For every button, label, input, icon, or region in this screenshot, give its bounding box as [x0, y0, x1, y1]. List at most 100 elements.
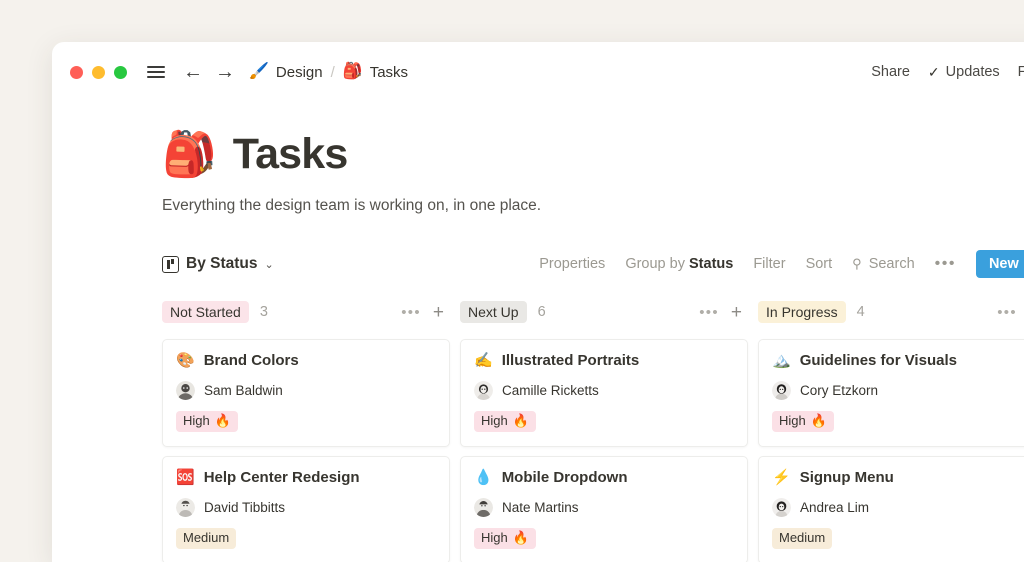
card-title-row: ⚡ Signup Menu	[772, 469, 1024, 486]
assignee-name: Cory Etzkorn	[800, 383, 878, 398]
sos-icon: 🆘	[176, 470, 195, 485]
avatar	[474, 498, 493, 517]
updates-label: Updates	[946, 64, 1000, 80]
card-title: Brand Colors	[204, 352, 299, 369]
status-badge[interactable]: Next Up	[460, 301, 527, 323]
status-badge[interactable]: Not Started	[162, 301, 249, 323]
avatar	[772, 498, 791, 517]
task-card[interactable]: ⚡ Signup Menu Andrea Lim Medium	[758, 456, 1024, 562]
card-title: Signup Menu	[800, 469, 894, 486]
search-icon: ⚲	[852, 256, 862, 272]
breadcrumb-tasks-label: Tasks	[370, 64, 408, 81]
card-title-row: 🆘 Help Center Redesign	[176, 469, 436, 486]
backpack-icon[interactable]: 🎒	[162, 133, 217, 177]
updates-button[interactable]: ✓ Updates	[928, 64, 1000, 81]
nav-arrows: ← →	[183, 62, 235, 82]
share-label: Share	[871, 64, 910, 80]
column-actions: ••• +	[401, 297, 444, 327]
page-description: Everything the design team is working on…	[162, 197, 1024, 215]
priority-badge[interactable]: High 🔥	[176, 411, 238, 432]
fire-icon: 🔥	[513, 414, 529, 429]
close-window-button[interactable]	[70, 66, 83, 79]
droplet-icon: 💧	[474, 470, 493, 485]
card-title-row: 🎨 Brand Colors	[176, 352, 436, 369]
writing-hand-icon: ✍️	[474, 353, 493, 368]
priority-label: High	[481, 414, 508, 429]
search-label: Search	[869, 256, 915, 272]
avatar	[772, 381, 791, 400]
card-assignee: Cory Etzkorn	[772, 381, 1024, 400]
page-title: 🎒 Tasks	[162, 130, 1024, 179]
column-cards: 🏔️ Guidelines for Visuals Cory Etzkorn H…	[758, 339, 1024, 562]
priority-badge[interactable]: High 🔥	[474, 528, 536, 549]
fire-icon: 🔥	[215, 414, 231, 429]
column-add-card-button[interactable]: +	[433, 303, 444, 322]
new-button[interactable]: New ⌄	[976, 250, 1024, 278]
card-priority: High 🔥	[474, 411, 734, 432]
priority-label: High	[183, 414, 210, 429]
maximize-window-button[interactable]	[114, 66, 127, 79]
card-priority: High 🔥	[772, 411, 1024, 432]
priority-label: Medium	[779, 531, 825, 546]
forward-arrow-icon[interactable]: →	[215, 62, 235, 82]
task-card[interactable]: 🆘 Help Center Redesign David Tibbitts Me…	[162, 456, 450, 562]
breadcrumb-item-design[interactable]: 🖌️ Design	[249, 64, 323, 81]
priority-badge[interactable]: High 🔥	[772, 411, 834, 432]
view-tab-by-status[interactable]: By Status ⌄	[162, 255, 274, 273]
task-card[interactable]: ✍️ Illustrated Portraits Camille Rickett…	[460, 339, 748, 447]
view-tab-label: By Status	[186, 255, 258, 273]
paintbrush-icon: 🖌️	[249, 64, 269, 80]
column-menu-button[interactable]: •••	[401, 304, 421, 321]
avatar	[176, 498, 195, 517]
card-title: Mobile Dropdown	[502, 469, 628, 486]
column-add-card-button[interactable]: +	[731, 303, 742, 322]
card-assignee: Andrea Lim	[772, 498, 1024, 517]
task-card[interactable]: 🏔️ Guidelines for Visuals Cory Etzkorn H…	[758, 339, 1024, 447]
view-toolbar-actions: Properties Group by Status Filter Sort ⚲…	[539, 249, 1024, 279]
column-header: In Progress 4 ••• +	[758, 297, 1024, 327]
kanban-board: Not Started 3 ••• + 🎨 Brand Colors	[162, 297, 1024, 562]
more-options-button[interactable]: •••	[935, 255, 956, 273]
card-assignee: Sam Baldwin	[176, 381, 436, 400]
group-by-button[interactable]: Group by Status	[625, 256, 733, 272]
status-badge[interactable]: In Progress	[758, 301, 846, 323]
priority-badge[interactable]: Medium	[176, 528, 236, 549]
palette-icon: 🎨	[176, 353, 195, 368]
properties-button[interactable]: Properties	[539, 256, 605, 272]
sidebar-toggle-icon[interactable]	[143, 59, 169, 85]
check-icon: ✓	[928, 64, 940, 81]
column-menu-button[interactable]: •••	[699, 304, 719, 321]
card-title: Guidelines for Visuals	[800, 352, 957, 369]
column-menu-button[interactable]: •••	[997, 304, 1017, 321]
window-controls	[70, 66, 127, 79]
card-title-row: 💧 Mobile Dropdown	[474, 469, 734, 486]
priority-badge[interactable]: High 🔥	[474, 411, 536, 432]
search-button[interactable]: ⚲ Search	[852, 256, 914, 272]
column-actions: ••• +	[997, 297, 1024, 327]
priority-badge[interactable]: Medium	[772, 528, 832, 549]
column-actions: ••• +	[699, 297, 742, 327]
card-title-row: ✍️ Illustrated Portraits	[474, 352, 734, 369]
assignee-name: Andrea Lim	[800, 500, 869, 515]
column-cards: 🎨 Brand Colors Sam Baldwin High	[162, 339, 450, 562]
card-assignee: Camille Ricketts	[474, 381, 734, 400]
fire-icon: 🔥	[811, 414, 827, 429]
minimize-window-button[interactable]	[92, 66, 105, 79]
sort-button[interactable]: Sort	[806, 256, 833, 272]
task-card[interactable]: 🎨 Brand Colors Sam Baldwin High	[162, 339, 450, 447]
page-title-text[interactable]: Tasks	[233, 130, 348, 179]
card-assignee: David Tibbitts	[176, 498, 436, 517]
priority-label: High	[779, 414, 806, 429]
assignee-name: Sam Baldwin	[204, 383, 283, 398]
card-priority: Medium	[772, 528, 1024, 549]
breadcrumb-item-tasks[interactable]: 🎒 Tasks	[343, 64, 408, 81]
group-by-label: Group by	[625, 256, 685, 272]
favorites-button[interactable]: Favorit	[1018, 64, 1024, 80]
column-count: 4	[857, 304, 865, 320]
card-title-row: 🏔️ Guidelines for Visuals	[772, 352, 1024, 369]
assignee-name: Camille Ricketts	[502, 383, 599, 398]
back-arrow-icon[interactable]: ←	[183, 62, 203, 82]
share-button[interactable]: Share	[871, 64, 910, 80]
filter-button[interactable]: Filter	[753, 256, 785, 272]
task-card[interactable]: 💧 Mobile Dropdown Nate Martins High	[460, 456, 748, 562]
